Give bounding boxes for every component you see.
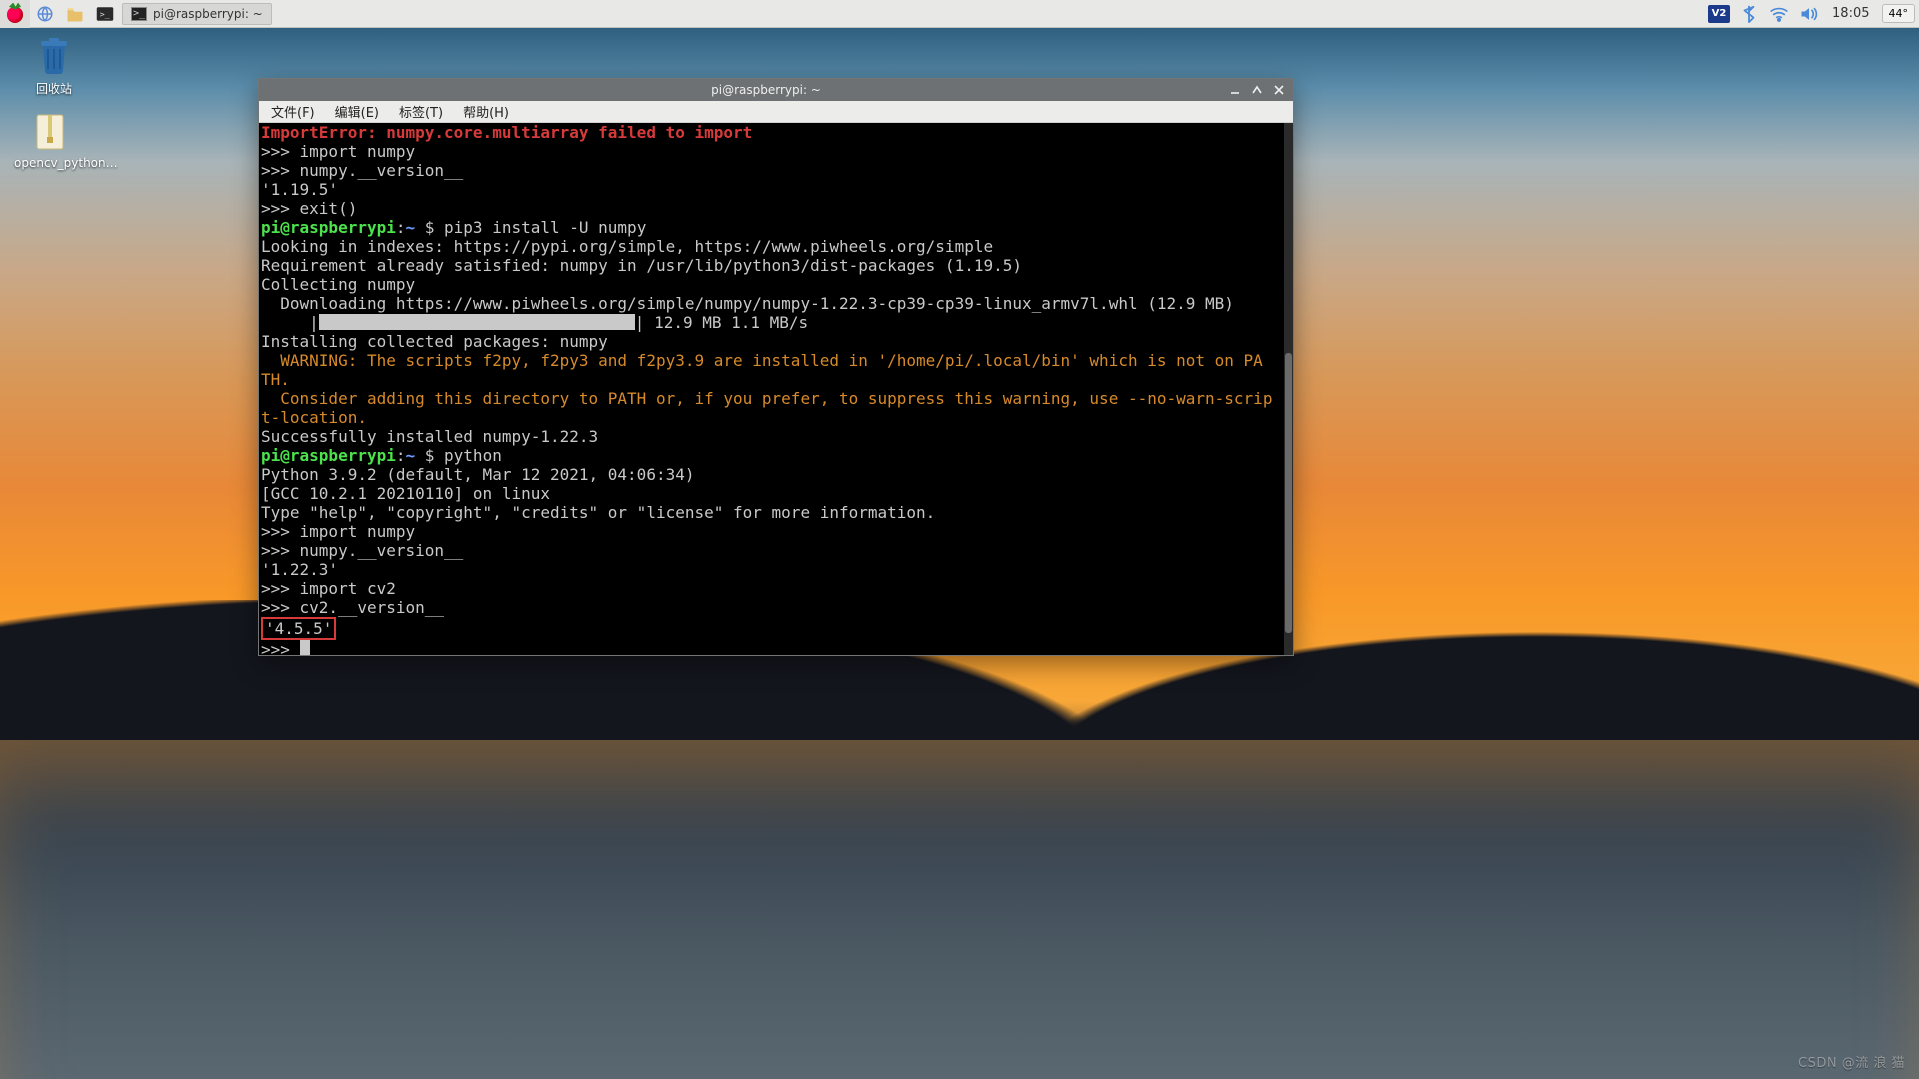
line: >>> numpy.__version__ (261, 541, 463, 560)
line: Looking in indexes: https://pypi.org/sim… (261, 237, 993, 256)
trash-icon[interactable]: 回收站 (18, 36, 90, 97)
progress-bar (319, 314, 635, 330)
svg-text:>_: >_ (100, 9, 110, 19)
line: Requirement already satisfied: numpy in … (261, 256, 1022, 275)
line: Downloading https://www.piwheels.org/sim… (261, 294, 1234, 313)
cmd: pip3 install -U numpy (444, 218, 646, 237)
volume-icon[interactable] (1798, 3, 1820, 25)
line-warning: Consider adding this directory to PATH o… (261, 389, 1272, 408)
close-button[interactable] (1271, 83, 1287, 97)
menubar: 文件(F) 编辑(E) 标签(T) 帮助(H) (259, 101, 1293, 123)
line: >>> import cv2 (261, 579, 396, 598)
archive-glyph (30, 112, 70, 152)
window-title: pi@raspberrypi: ~ (305, 83, 1227, 97)
taskbar-task-terminal[interactable]: >_ pi@raspberrypi: ~ (122, 3, 272, 25)
line-import-error: ImportError: numpy.core.multiarray faile… (261, 123, 752, 142)
bluetooth-icon[interactable] (1738, 3, 1760, 25)
cpu-temp[interactable]: 44° (1882, 4, 1916, 23)
line: Type "help", "copyright", "credits" or "… (261, 503, 935, 522)
minimize-button[interactable] (1227, 83, 1243, 97)
terminal-body[interactable]: ImportError: numpy.core.multiarray faile… (259, 123, 1293, 655)
scrollbar[interactable] (1284, 123, 1293, 655)
line: '1.22.3' (261, 560, 338, 579)
globe-icon (34, 3, 56, 25)
progress-right: | 12.9 MB 1.1 MB/s (635, 313, 808, 332)
taskbar: >_ >_ pi@raspberrypi: ~ V2 18:05 44° (0, 0, 1919, 28)
maximize-button[interactable] (1249, 83, 1265, 97)
taskbar-task-label: pi@raspberrypi: ~ (153, 7, 263, 21)
scrollbar-thumb[interactable] (1285, 353, 1292, 633)
line: >>> numpy.__version__ (261, 161, 463, 180)
prompt-sep: : (396, 446, 406, 465)
menu-help[interactable]: 帮助(H) (455, 100, 517, 123)
line: '1.19.5' (261, 180, 338, 199)
menu-tabs[interactable]: 标签(T) (391, 100, 451, 123)
terminal-window: pi@raspberrypi: ~ 文件(F) 编辑(E) 标签(T) 帮助(H… (258, 78, 1294, 656)
clock[interactable]: 18:05 (1828, 6, 1873, 21)
menu-button[interactable] (0, 0, 30, 28)
line: Python 3.9.2 (default, Mar 12 2021, 04:0… (261, 465, 694, 484)
prompt-dollar: $ (425, 218, 444, 237)
line: Installing collected packages: numpy (261, 332, 608, 351)
line-prompt-idle: >>> (261, 640, 300, 655)
menu-edit[interactable]: 编辑(E) (327, 100, 387, 123)
browser-launcher[interactable] (30, 0, 60, 28)
line: [GCC 10.2.1 20210110] on linux (261, 484, 550, 503)
line: Successfully installed numpy-1.22.3 (261, 427, 598, 446)
line-warning: t-location. (261, 408, 367, 427)
terminal-launcher[interactable]: >_ (90, 0, 120, 28)
terminal-text[interactable]: ImportError: numpy.core.multiarray faile… (259, 123, 1284, 655)
prompt-sep: : (396, 218, 406, 237)
terminal-mini-icon: >_ (131, 7, 147, 21)
progress-left: | (261, 313, 319, 332)
titlebar[interactable]: pi@raspberrypi: ~ (259, 79, 1293, 101)
trash-label: 回收站 (18, 80, 90, 97)
line: >>> import numpy (261, 522, 415, 541)
prompt-user: pi@raspberrypi (261, 446, 396, 465)
opencv-archive-label: opencv_python… (14, 156, 86, 170)
trash-glyph (34, 36, 74, 76)
highlighted-version: '4.5.5' (261, 617, 336, 640)
menu-file[interactable]: 文件(F) (263, 100, 323, 123)
watermark: CSDN @流 浪 猫 (1798, 1052, 1905, 1071)
opencv-archive-icon[interactable]: opencv_python… (14, 112, 86, 170)
raspberry-icon (5, 4, 25, 24)
line: >>> cv2.__version__ (261, 598, 444, 617)
vnc-indicator[interactable]: V2 (1708, 5, 1730, 23)
filemanager-launcher[interactable] (60, 0, 90, 28)
folder-icon (64, 3, 86, 25)
prompt-path: ~ (406, 446, 425, 465)
prompt-user: pi@raspberrypi (261, 218, 396, 237)
cursor (300, 640, 310, 655)
wifi-icon[interactable] (1768, 3, 1790, 25)
line: >>> import numpy (261, 142, 415, 161)
line: >>> exit() (261, 199, 357, 218)
prompt-dollar: $ (425, 446, 444, 465)
line-warning: TH. (261, 370, 290, 389)
line: Collecting numpy (261, 275, 415, 294)
prompt-path: ~ (406, 218, 425, 237)
line-warning: WARNING: The scripts f2py, f2py3 and f2p… (261, 351, 1263, 370)
wallpaper-water (0, 740, 1919, 1079)
terminal-icon: >_ (94, 3, 116, 25)
cmd: python (444, 446, 502, 465)
